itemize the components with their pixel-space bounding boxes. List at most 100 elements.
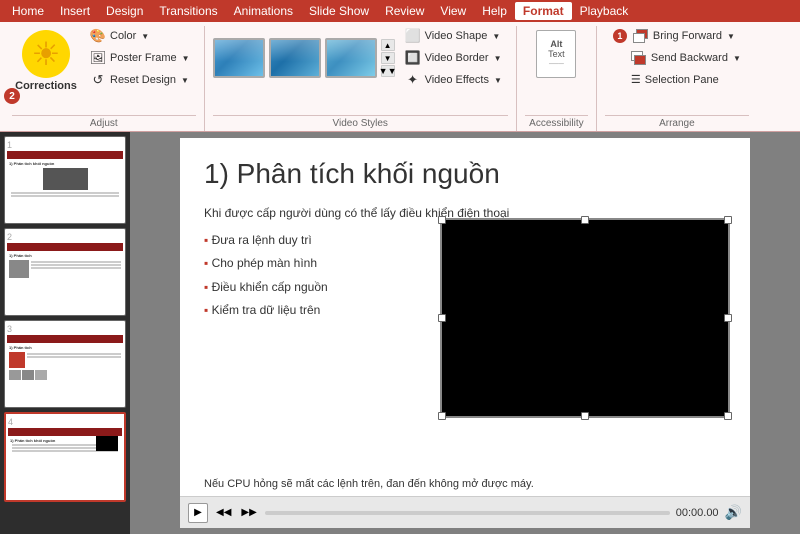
video-shape-icon: ⬜ <box>405 28 421 44</box>
video-progress-bar[interactable] <box>265 511 670 515</box>
slide-2-num: 2 <box>7 231 123 243</box>
video-border-button[interactable]: 🔲 Video Border ▼ <box>399 48 508 68</box>
send-backward-button[interactable]: Send Backward ▼ <box>605 48 749 68</box>
video-shape-label: Video Shape <box>425 30 488 42</box>
video-effects-label: Video Effects <box>425 74 489 86</box>
send-backward-icon <box>631 51 647 65</box>
menu-insert[interactable]: Insert <box>52 2 98 20</box>
volume-button[interactable]: 🔊 <box>725 504 742 521</box>
handle-mr[interactable] <box>724 314 732 322</box>
slide-thumb-4[interactable]: 4 1) Phân tích khối nguồn <box>4 412 126 502</box>
poster-frame-icon: 🖼 <box>90 50 106 66</box>
video-border-label: Video Border <box>425 52 489 64</box>
video-styles-label: Video Styles <box>213 115 508 131</box>
alt-text-icon: Alt Text ─── <box>536 30 576 78</box>
badge-1: 1 <box>613 29 627 43</box>
adjust-buttons-col: 🎨 Color ▼ 🖼 Poster Frame ▼ ↺ Reset Desig… <box>84 26 196 90</box>
video-effects-button[interactable]: ✦ Video Effects ▼ <box>399 70 508 90</box>
slide-2-inner: 1) Phân tích <box>7 243 123 313</box>
send-backward-arrow: ▼ <box>733 54 741 63</box>
alt-text-button[interactable]: Alt Text ─── <box>527 26 585 82</box>
main-area: 1 1) Phân tích khối nguồn 2 1) Phân tích <box>0 132 800 534</box>
poster-frame-dropdown-arrow: ▼ <box>182 54 190 63</box>
video-effects-arrow: ▼ <box>494 76 502 85</box>
send-backward-label: Send Backward <box>651 52 728 64</box>
video-time: 00:00.00 <box>676 507 719 519</box>
selection-pane-icon: ☰ <box>631 73 641 86</box>
color-button[interactable]: 🎨 Color ▼ <box>84 26 196 46</box>
menu-slideshow[interactable]: Slide Show <box>301 2 377 20</box>
menu-view[interactable]: View <box>432 2 474 20</box>
scroll-more-arrow[interactable]: ▼▼ <box>381 65 395 77</box>
handle-tr[interactable] <box>724 216 732 224</box>
color-label: Color <box>110 30 136 42</box>
video-border-arrow: ▼ <box>494 54 502 63</box>
bring-forward-arrow: ▼ <box>727 32 735 41</box>
video-controls-bar: ▶ ◀◀ ▶▶ 00:00.00 🔊 <box>180 496 750 528</box>
menu-transitions[interactable]: Transitions <box>151 2 225 20</box>
handle-bm[interactable] <box>581 412 589 420</box>
video-style-thumb-1[interactable] <box>213 38 265 78</box>
slide-1-inner: 1) Phân tích khối nguồn <box>7 151 123 221</box>
handle-bl[interactable] <box>438 412 446 420</box>
corrections-label: Corrections <box>15 80 77 92</box>
ribbon-group-arrange: 1 Bring Forward ▼ Send Backward ▼ ☰ Sele… <box>597 26 757 131</box>
video-overlay[interactable] <box>440 218 730 418</box>
corrections-button[interactable]: ☀ Corrections 2 <box>12 26 80 96</box>
ribbon-group-accessibility: Alt Text ─── Accessibility <box>517 26 597 131</box>
reset-design-label: Reset Design <box>110 74 176 86</box>
slide-3-inner: 1) Phân tích <box>7 335 123 405</box>
prev-frame-button[interactable]: ◀◀ <box>214 505 233 520</box>
selection-pane-label: Selection Pane <box>645 74 719 86</box>
corrections-icon: ☀ <box>22 30 70 78</box>
slide-footer: Nếu CPU hỏng sẽ mất các lệnh trên, đan đ… <box>204 478 726 490</box>
bring-forward-label: Bring Forward <box>653 30 722 42</box>
slide-thumb-3[interactable]: 3 1) Phân tích <box>4 320 126 408</box>
color-icon: 🎨 <box>90 28 106 44</box>
handle-tl[interactable] <box>438 216 446 224</box>
adjust-label: Adjust <box>12 115 196 131</box>
badge-2: 2 <box>4 88 20 104</box>
play-button[interactable]: ▶ <box>188 503 208 523</box>
video-shape-arrow: ▼ <box>492 32 500 41</box>
color-dropdown-arrow: ▼ <box>141 32 149 41</box>
slide-title: 1) Phân tích khối nguồn <box>204 158 726 190</box>
menu-review[interactable]: Review <box>377 2 432 20</box>
bring-forward-icon <box>633 29 649 43</box>
handle-tm[interactable] <box>581 216 589 224</box>
slide-1-num: 1 <box>7 139 123 151</box>
menu-playback[interactable]: Playback <box>572 2 637 20</box>
slide-thumb-1[interactable]: 1 1) Phân tích khối nguồn <box>4 136 126 224</box>
bring-forward-button[interactable]: 1 Bring Forward ▼ <box>605 26 743 46</box>
slide-panel[interactable]: 1 1) Phân tích khối nguồn 2 1) Phân tích <box>0 132 130 534</box>
video-style-thumb-2[interactable] <box>269 38 321 78</box>
video-styles-scroll: ▲ ▼ ▼▼ <box>381 39 395 77</box>
slide-content: 1) Phân tích khối nguồn Khi được cấp ngư… <box>180 138 750 528</box>
slide-thumb-2[interactable]: 2 1) Phân tích <box>4 228 126 316</box>
poster-frame-button[interactable]: 🖼 Poster Frame ▼ <box>84 48 196 68</box>
reset-design-dropdown-arrow: ▼ <box>181 76 189 85</box>
slide-3-num: 3 <box>7 323 123 335</box>
video-style-thumb-3[interactable] <box>325 38 377 78</box>
accessibility-label: Accessibility <box>525 115 588 131</box>
reset-design-icon: ↺ <box>90 72 106 88</box>
video-shape-button[interactable]: ⬜ Video Shape ▼ <box>399 26 508 46</box>
selection-pane-button[interactable]: ☰ Selection Pane <box>605 70 727 89</box>
slide-canvas: 1) Phân tích khối nguồn Khi được cấp ngư… <box>130 132 800 534</box>
menu-design[interactable]: Design <box>98 2 151 20</box>
next-frame-button[interactable]: ▶▶ <box>239 505 258 520</box>
menu-format[interactable]: Format <box>515 2 572 20</box>
scroll-up-arrow[interactable]: ▲ <box>381 39 395 51</box>
video-effects-icon: ✦ <box>405 72 421 88</box>
handle-br[interactable] <box>724 412 732 420</box>
video-border-icon: 🔲 <box>405 50 421 66</box>
menu-help[interactable]: Help <box>474 2 515 20</box>
handle-ml[interactable] <box>438 314 446 322</box>
arrange-label: Arrange <box>605 115 749 131</box>
reset-design-button[interactable]: ↺ Reset Design ▼ <box>84 70 196 90</box>
menu-bar: Home Insert Design Transitions Animation… <box>0 0 800 22</box>
scroll-down-arrow[interactable]: ▼ <box>381 52 395 64</box>
menu-animations[interactable]: Animations <box>226 2 301 20</box>
menu-home[interactable]: Home <box>4 2 52 20</box>
ribbon-group-adjust: ☀ Corrections 2 🎨 Color ▼ 🖼 Poster Frame <box>4 26 205 131</box>
